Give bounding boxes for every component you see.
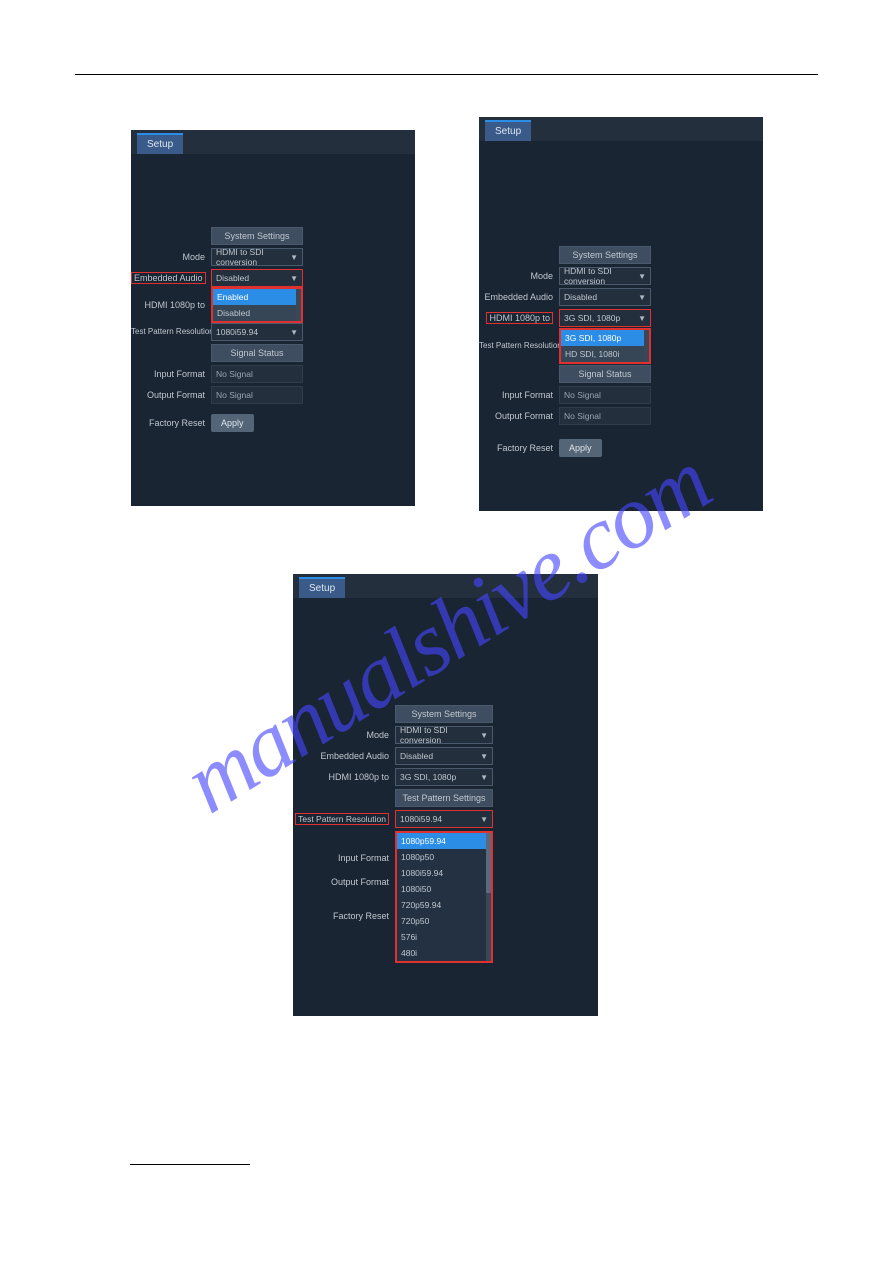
dropdown-option-hd[interactable]: HD SDI, 1080i [561,346,649,362]
input-format-label: Input Format [131,365,211,383]
scrollbar[interactable] [644,330,649,362]
apply-button[interactable]: Apply [559,439,602,457]
dropdown-option[interactable]: 480i [397,945,491,961]
test-pattern-resolution-label: Test Pattern Resolution [479,337,559,355]
hdmi-1080p-to-label: HDMI 1080p to [293,768,395,786]
dropdown-option[interactable]: 1080i50 [397,881,491,897]
system-settings-header: System Settings [211,227,303,245]
tab-bar: Setup [293,574,598,598]
chevron-down-icon: ▼ [480,815,488,824]
output-format-label: Output Format [479,407,559,425]
dropdown-option-enabled[interactable]: Enabled [213,289,301,305]
mode-label: Mode [131,248,211,266]
output-format-label: Output Format [293,873,395,891]
chevron-down-icon: ▼ [638,272,646,281]
setup-panel-embedded-audio: Setup System Settings Mode HDMI to SDI c… [131,130,415,506]
scrollbar[interactable] [486,833,491,961]
embedded-audio-label: Embedded Audio [131,269,211,287]
hdmi-1080p-to-label: HDMI 1080p to [131,296,211,314]
hdmi-1080p-to-label: HDMI 1080p to [479,309,559,327]
tab-setup[interactable]: Setup [137,133,183,154]
dropdown-option[interactable]: 720p59.94 [397,897,491,913]
embedded-audio-label: Embedded Audio [479,288,559,306]
test-pattern-resolution-label: Test Pattern Resolution [131,323,211,341]
system-settings-header: System Settings [559,246,651,264]
scrollbar-thumb[interactable] [486,833,491,893]
chevron-down-icon: ▼ [638,293,646,302]
embedded-audio-dropdown[interactable]: Enabled Disabled [211,287,303,323]
tab-bar: Setup [479,117,763,141]
dropdown-option-3g[interactable]: 3G SDI, 1080p [561,330,649,346]
mode-select[interactable]: HDMI to SDI conversion▼ [395,726,493,744]
system-settings-header: System Settings [395,705,493,723]
embedded-audio-label: Embedded Audio [293,747,395,765]
test-pattern-resolution-select[interactable]: 1080i59.94▼ [211,323,303,341]
hdmi-1080p-dropdown[interactable]: 3G SDI, 1080p HD SDI, 1080i [559,328,651,364]
mode-select[interactable]: HDMI to SDI conversion▼ [211,248,303,266]
chevron-down-icon: ▼ [480,773,488,782]
dropdown-option[interactable]: 576i [397,929,491,945]
dropdown-option[interactable]: 1080p59.94 [397,833,491,849]
mode-label: Mode [479,267,559,285]
tab-bar: Setup [131,130,415,154]
chevron-down-icon: ▼ [480,731,488,740]
tab-setup[interactable]: Setup [485,120,531,141]
hdmi-1080p-to-select[interactable]: 3G SDI, 1080p▼ [395,768,493,786]
mode-label: Mode [293,726,395,744]
dropdown-option[interactable]: 720p50 [397,913,491,929]
embedded-audio-select[interactable]: Disabled▼ [559,288,651,306]
signal-status-header: Signal Status [211,344,303,362]
chevron-down-icon: ▼ [480,752,488,761]
scrollbar[interactable] [296,289,301,321]
footnote-rule [130,1164,250,1165]
dropdown-option[interactable]: 1080i59.94 [397,865,491,881]
page-top-rule [75,74,818,75]
factory-reset-label: Factory Reset [131,414,211,432]
dropdown-option[interactable]: 1080p50 [397,849,491,865]
dropdown-option-disabled[interactable]: Disabled [213,305,301,321]
output-format-label: Output Format [131,386,211,404]
test-pattern-resolution-select[interactable]: 1080i59.94▼ [395,810,493,828]
factory-reset-label: Factory Reset [479,439,559,457]
factory-reset-label: Factory Reset [293,907,395,925]
mode-select[interactable]: HDMI to SDI conversion▼ [559,267,651,285]
input-format-label: Input Format [293,849,395,867]
hdmi-1080p-to-select[interactable]: 3G SDI, 1080p▼ [559,309,651,327]
setup-panel-test-pattern: Setup System Settings Mode HDMI to SDI c… [293,574,598,1016]
chevron-down-icon: ▼ [290,328,298,337]
tab-setup[interactable]: Setup [299,577,345,598]
input-format-label: Input Format [479,386,559,404]
signal-status-header: Signal Status [559,365,651,383]
test-pattern-resolution-label: Test Pattern Resolution [293,810,395,828]
chevron-down-icon: ▼ [290,253,298,262]
test-pattern-settings-header: Test Pattern Settings [395,789,493,807]
apply-button[interactable]: Apply [211,414,254,432]
embedded-audio-select[interactable]: Disabled▼ [211,269,303,287]
output-format-value: No Signal [559,407,651,425]
chevron-down-icon: ▼ [290,274,298,283]
test-pattern-dropdown[interactable]: 1080p59.94 1080p50 1080i59.94 1080i50 72… [395,831,493,963]
input-format-value: No Signal [211,365,303,383]
input-format-value: No Signal [559,386,651,404]
output-format-value: No Signal [211,386,303,404]
setup-panel-hdmi-1080p: Setup System Settings Mode HDMI to SDI c… [479,117,763,511]
embedded-audio-select[interactable]: Disabled▼ [395,747,493,765]
chevron-down-icon: ▼ [638,314,646,323]
